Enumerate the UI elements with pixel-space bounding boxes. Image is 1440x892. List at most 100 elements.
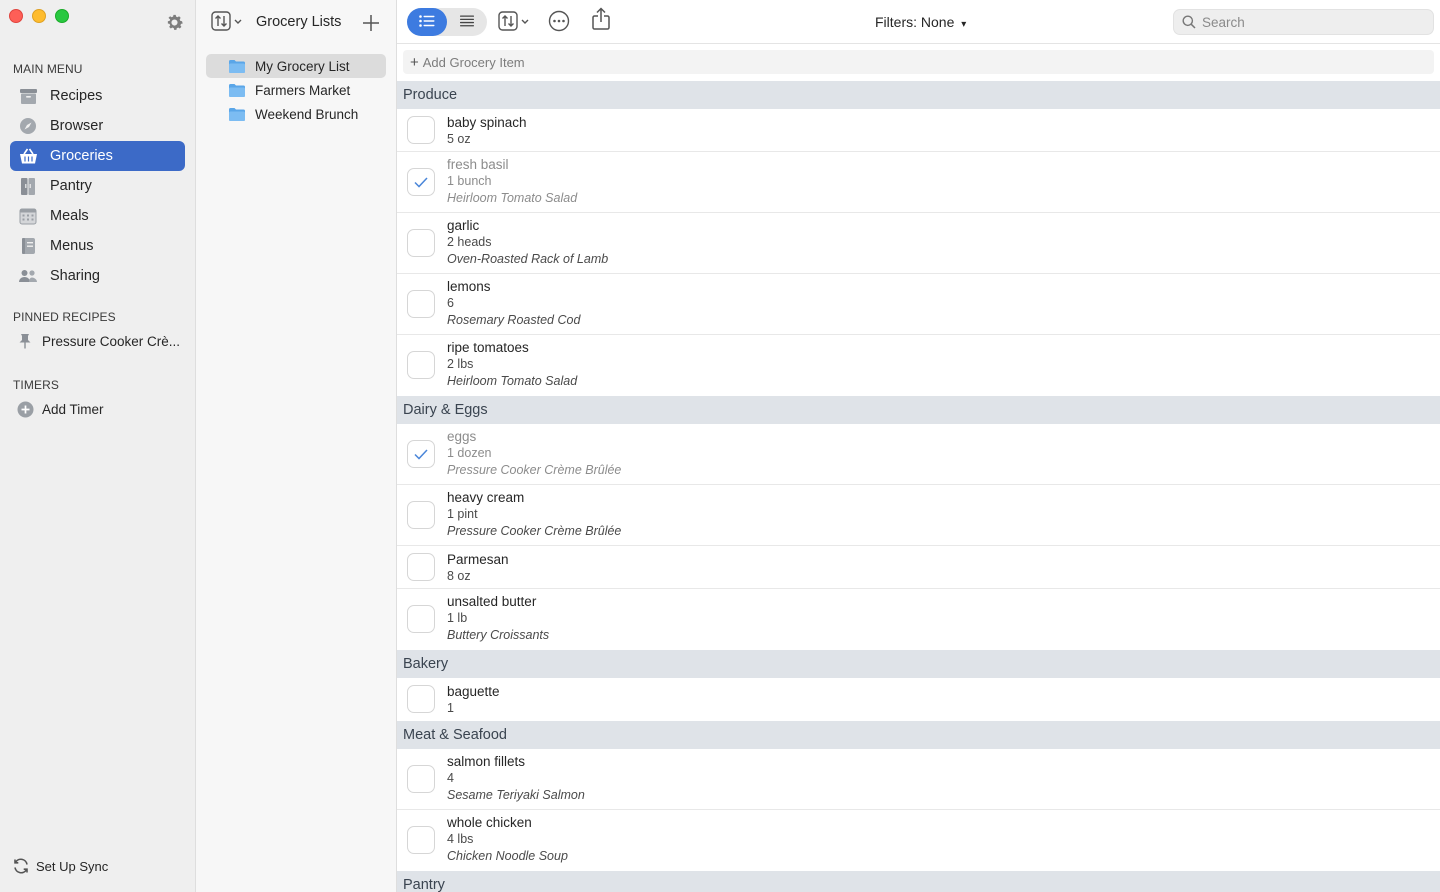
item-details: whole chicken 4 lbs Chicken Noodle Soup: [447, 814, 568, 865]
item-details: unsalted butter 1 lb Buttery Croissants: [447, 593, 549, 644]
close-window-button[interactable]: [9, 9, 23, 23]
grocery-item-row[interactable]: salmon fillets 4 Sesame Teriyaki Salmon: [397, 749, 1440, 810]
item-quantity: 2 lbs: [447, 357, 474, 371]
grocery-item-row[interactable]: heavy cream 1 pint Pressure Cooker Crème B…: [397, 485, 1440, 546]
item-recipe[interactable]: Sesame Teriyaki Salmon: [447, 787, 585, 804]
item-quantity: 1 lb: [447, 611, 468, 625]
share-button[interactable]: [591, 6, 611, 32]
sidebar-item-browser[interactable]: Browser: [10, 111, 185, 141]
item-quantity: 1 dozen: [447, 446, 492, 460]
sidebar-item-menus[interactable]: Menus: [10, 231, 185, 261]
search-icon: [1182, 15, 1196, 29]
grocery-lists-title: Grocery Lists: [256, 14, 342, 30]
grocery-item-row[interactable]: garlic 2 heads Oven-Roasted Rack of Lamb: [397, 213, 1440, 274]
category-header: Meat & Seafood: [397, 721, 1440, 749]
item-details: eggs 1 dozen Pressure Cooker Crème Brûlée: [447, 428, 621, 479]
item-details: garlic 2 heads Oven-Roasted Rack of Lamb: [447, 217, 608, 268]
grocery-lists-panel: Grocery Lists My Grocery List Farmers Ma…: [196, 0, 397, 892]
grocery-item-row[interactable]: unsalted butter 1 lb Buttery Croissants: [397, 589, 1440, 650]
list-bullets-icon: [419, 14, 435, 30]
item-details: ripe tomatoes 2 lbs Heirloom Tomato Salad: [447, 339, 577, 390]
item-recipe[interactable]: Pressure Cooker Crème Brûlée: [447, 462, 621, 479]
add-list-button[interactable]: [360, 12, 382, 36]
item-checkbox[interactable]: [407, 229, 435, 257]
sync-icon: [12, 857, 30, 875]
search-field[interactable]: [1173, 9, 1434, 35]
filters-menu[interactable]: Filters: None ▾: [875, 14, 966, 30]
sidebar-item-label: Sharing: [50, 268, 100, 284]
chevron-down-icon: ▾: [961, 19, 967, 30]
sort-items-button[interactable]: [497, 10, 531, 34]
item-checkbox[interactable]: [407, 116, 435, 144]
item-quantity: 4 lbs: [447, 832, 474, 846]
grocery-item-row[interactable]: eggs 1 dozen Pressure Cooker Crème Brûlée: [397, 424, 1440, 485]
add-grocery-item-label: Add Grocery Item: [422, 54, 525, 70]
grocery-item-list: Produce baby spinach 5 oz fresh basil 1 bunc…: [397, 81, 1440, 892]
basket-icon: [18, 146, 38, 166]
item-recipe[interactable]: Heirloom Tomato Salad: [447, 373, 577, 390]
grocery-item-row[interactable]: whole chicken 4 lbs Chicken Noodle Soup: [397, 810, 1440, 871]
item-recipe[interactable]: Oven-Roasted Rack of Lamb: [447, 251, 608, 268]
detailed-list-view-button[interactable]: [407, 8, 447, 36]
item-recipe[interactable]: Heirloom Tomato Salad: [447, 190, 577, 207]
sidebar-item-sharing[interactable]: Sharing: [10, 261, 185, 291]
item-checkbox[interactable]: [407, 168, 435, 196]
add-timer-label: Add Timer: [42, 401, 104, 417]
gear-icon[interactable]: [164, 12, 185, 33]
add-grocery-item-field[interactable]: + Add Grocery Item: [403, 50, 1434, 74]
sidebar-item-label: Browser: [50, 118, 104, 134]
grocery-item-row[interactable]: baguette 1: [397, 678, 1440, 721]
item-checkbox[interactable]: [407, 351, 435, 379]
grocery-item-row[interactable]: ripe tomatoes 2 lbs Heirloom Tomato Salad: [397, 335, 1440, 396]
item-checkbox[interactable]: [407, 605, 435, 633]
folder-icon: [229, 107, 245, 121]
item-checkbox[interactable]: [407, 826, 435, 854]
pinned-recipe-label: Pressure Cooker Crè...: [42, 333, 181, 349]
item-checkbox[interactable]: [407, 501, 435, 529]
set-up-sync-button[interactable]: Set Up Sync: [12, 857, 108, 875]
compact-list-view-button[interactable]: [447, 8, 487, 36]
item-name: baguette: [447, 684, 500, 699]
sidebar-item-recipes[interactable]: Recipes: [10, 81, 185, 111]
plus-icon: +: [410, 53, 419, 71]
sort-lists-button[interactable]: [210, 10, 244, 34]
more-options-button[interactable]: [548, 10, 570, 34]
pinned-recipe-item[interactable]: Pressure Cooker Crè...: [16, 329, 180, 353]
grocery-items-area: + Add Grocery Item Produce baby spinach 5 …: [397, 44, 1440, 892]
grocery-item-row[interactable]: baby spinach 5 oz: [397, 109, 1440, 152]
item-checkbox[interactable]: [407, 765, 435, 793]
calendar-icon: [18, 206, 38, 226]
zoom-window-button[interactable]: [55, 9, 69, 23]
item-checkbox[interactable]: [407, 440, 435, 468]
plus-icon: [362, 14, 380, 35]
sidebar-item-meals[interactable]: Meals: [10, 201, 185, 231]
list-item-weekend-brunch[interactable]: Weekend Brunch: [206, 102, 386, 126]
sidebar-item-groceries[interactable]: Groceries: [10, 141, 185, 171]
grocery-item-row[interactable]: fresh basil 1 bunch Heirloom Tomato Salad: [397, 152, 1440, 213]
item-recipe[interactable]: Buttery Croissants: [447, 627, 549, 644]
item-recipe[interactable]: Pressure Cooker Crème Brûlée: [447, 523, 621, 540]
list-item-my-grocery-list[interactable]: My Grocery List: [206, 54, 386, 78]
item-checkbox[interactable]: [407, 685, 435, 713]
grocery-item-row[interactable]: Parmesan 8 oz: [397, 546, 1440, 589]
item-checkbox[interactable]: [407, 553, 435, 581]
cupboard-icon: [18, 176, 38, 196]
list-item-label: Farmers Market: [255, 82, 351, 98]
sort-icon: [211, 10, 243, 35]
search-input[interactable]: [1202, 14, 1422, 30]
list-item-label: My Grocery List: [255, 58, 350, 74]
item-recipe[interactable]: Rosemary Roasted Cod: [447, 312, 580, 329]
list-item-farmers-market[interactable]: Farmers Market: [206, 78, 386, 102]
item-checkbox[interactable]: [407, 290, 435, 318]
recipe-box-icon: [18, 86, 38, 106]
item-name: salmon fillets: [447, 754, 526, 769]
minimize-window-button[interactable]: [32, 9, 46, 23]
plus-circle-icon: [16, 400, 34, 418]
grocery-item-row[interactable]: lemons 6 Rosemary Roasted Cod: [397, 274, 1440, 335]
add-timer-button[interactable]: Add Timer: [16, 397, 104, 421]
item-recipe[interactable]: Chicken Noodle Soup: [447, 848, 568, 865]
item-details: lemons 6 Rosemary Roasted Cod: [447, 278, 580, 329]
sidebar-item-pantry[interactable]: Pantry: [10, 171, 185, 201]
sidebar: MAIN MENU Recipes Browser Groceries Pant…: [0, 0, 196, 892]
view-mode-toggle: [407, 8, 487, 36]
